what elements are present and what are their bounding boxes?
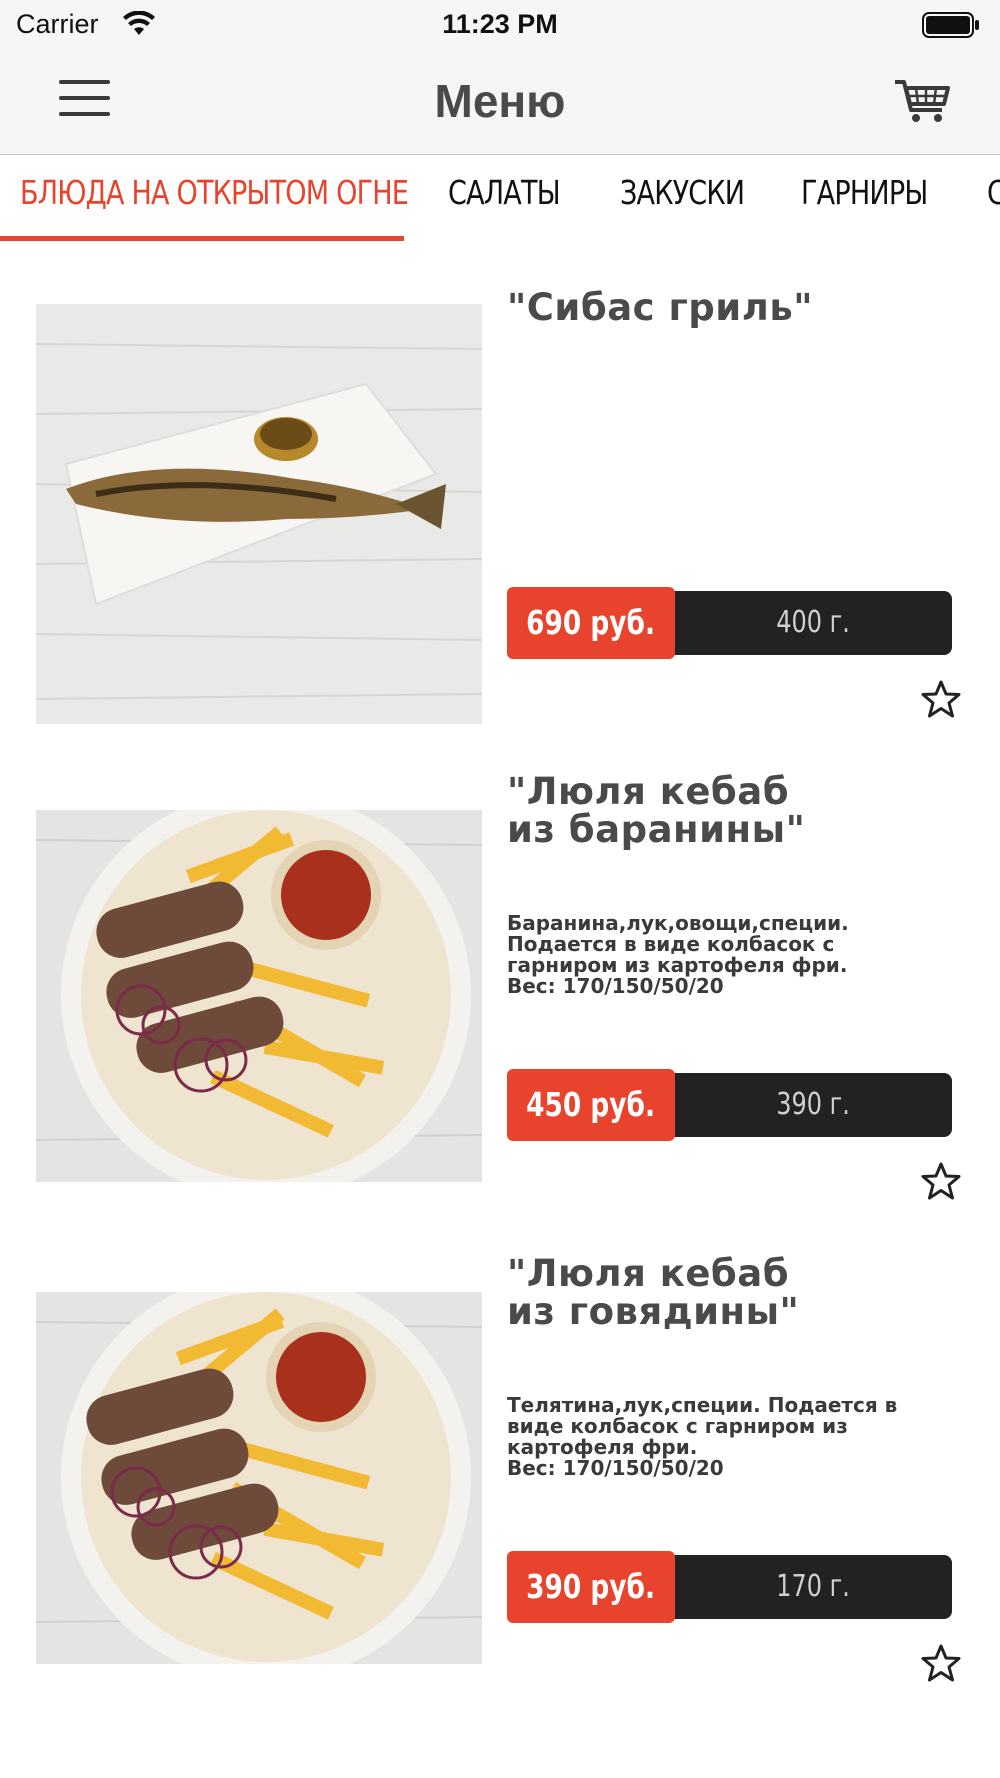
weight-label: 390 г. [776, 1087, 851, 1122]
favorite-star-icon[interactable] [921, 1161, 961, 1201]
dish-photo [36, 1292, 482, 1664]
dish-photo [36, 810, 482, 1182]
tab-open-fire[interactable]: БЛЮДА НА ОТКРЫТОМ ОГНЕ [20, 173, 409, 212]
dish-description: Телятина,лук,специи. Подается в виде кол… [507, 1393, 898, 1480]
status-bar: Carrier 11:23 PM [0, 0, 1000, 50]
dish-title: "Сибас гриль" [507, 286, 813, 329]
price-bar[interactable]: 690 руб. 400 г. [507, 587, 952, 659]
cart-icon[interactable] [892, 76, 952, 126]
weight-label: 170 г. [776, 1569, 851, 1604]
battery-icon [922, 12, 979, 38]
status-time: 11:23 PM [442, 9, 558, 39]
active-tab-indicator [0, 236, 404, 241]
dish-title: "Люля кебаб из баранины" [507, 770, 806, 851]
nav-bar: Меню [0, 50, 1000, 155]
weight-badge: 390 г. [675, 1073, 952, 1137]
dish-photo [36, 304, 482, 724]
weight-badge: 170 г. [675, 1555, 952, 1619]
weight-badge: 400 г. [675, 591, 952, 655]
price-bar[interactable]: 450 руб. 390 г. [507, 1069, 952, 1141]
price-bar[interactable]: 390 руб. 170 г. [507, 1551, 952, 1623]
dish-title: "Люля кебаб из говядины" [507, 1252, 800, 1333]
price-label: 390 руб. [526, 1567, 656, 1606]
category-tabs: БЛЮДА НА ОТКРЫТОМ ОГНЕ САЛАТЫ ЗАКУСКИ ГА… [0, 155, 1000, 241]
price-badge: 390 руб. [507, 1551, 675, 1623]
page-title: Меню [434, 75, 566, 127]
favorite-star-icon[interactable] [921, 1643, 961, 1683]
tab-next[interactable]: С [987, 173, 1000, 212]
weight-label: 400 г. [776, 605, 851, 640]
price-label: 450 руб. [526, 1085, 656, 1124]
tab-snacks[interactable]: ЗАКУСКИ [620, 173, 745, 212]
tab-salads[interactable]: САЛАТЫ [448, 173, 561, 212]
price-badge: 450 руб. [507, 1069, 675, 1141]
price-label: 690 руб. [526, 603, 656, 642]
favorite-star-icon[interactable] [921, 679, 961, 719]
price-badge: 690 руб. [507, 587, 675, 659]
tab-sides[interactable]: ГАРНИРЫ [801, 173, 928, 212]
dish-description: Баранина,лук,овощи,специи. Подается в ви… [507, 911, 849, 998]
